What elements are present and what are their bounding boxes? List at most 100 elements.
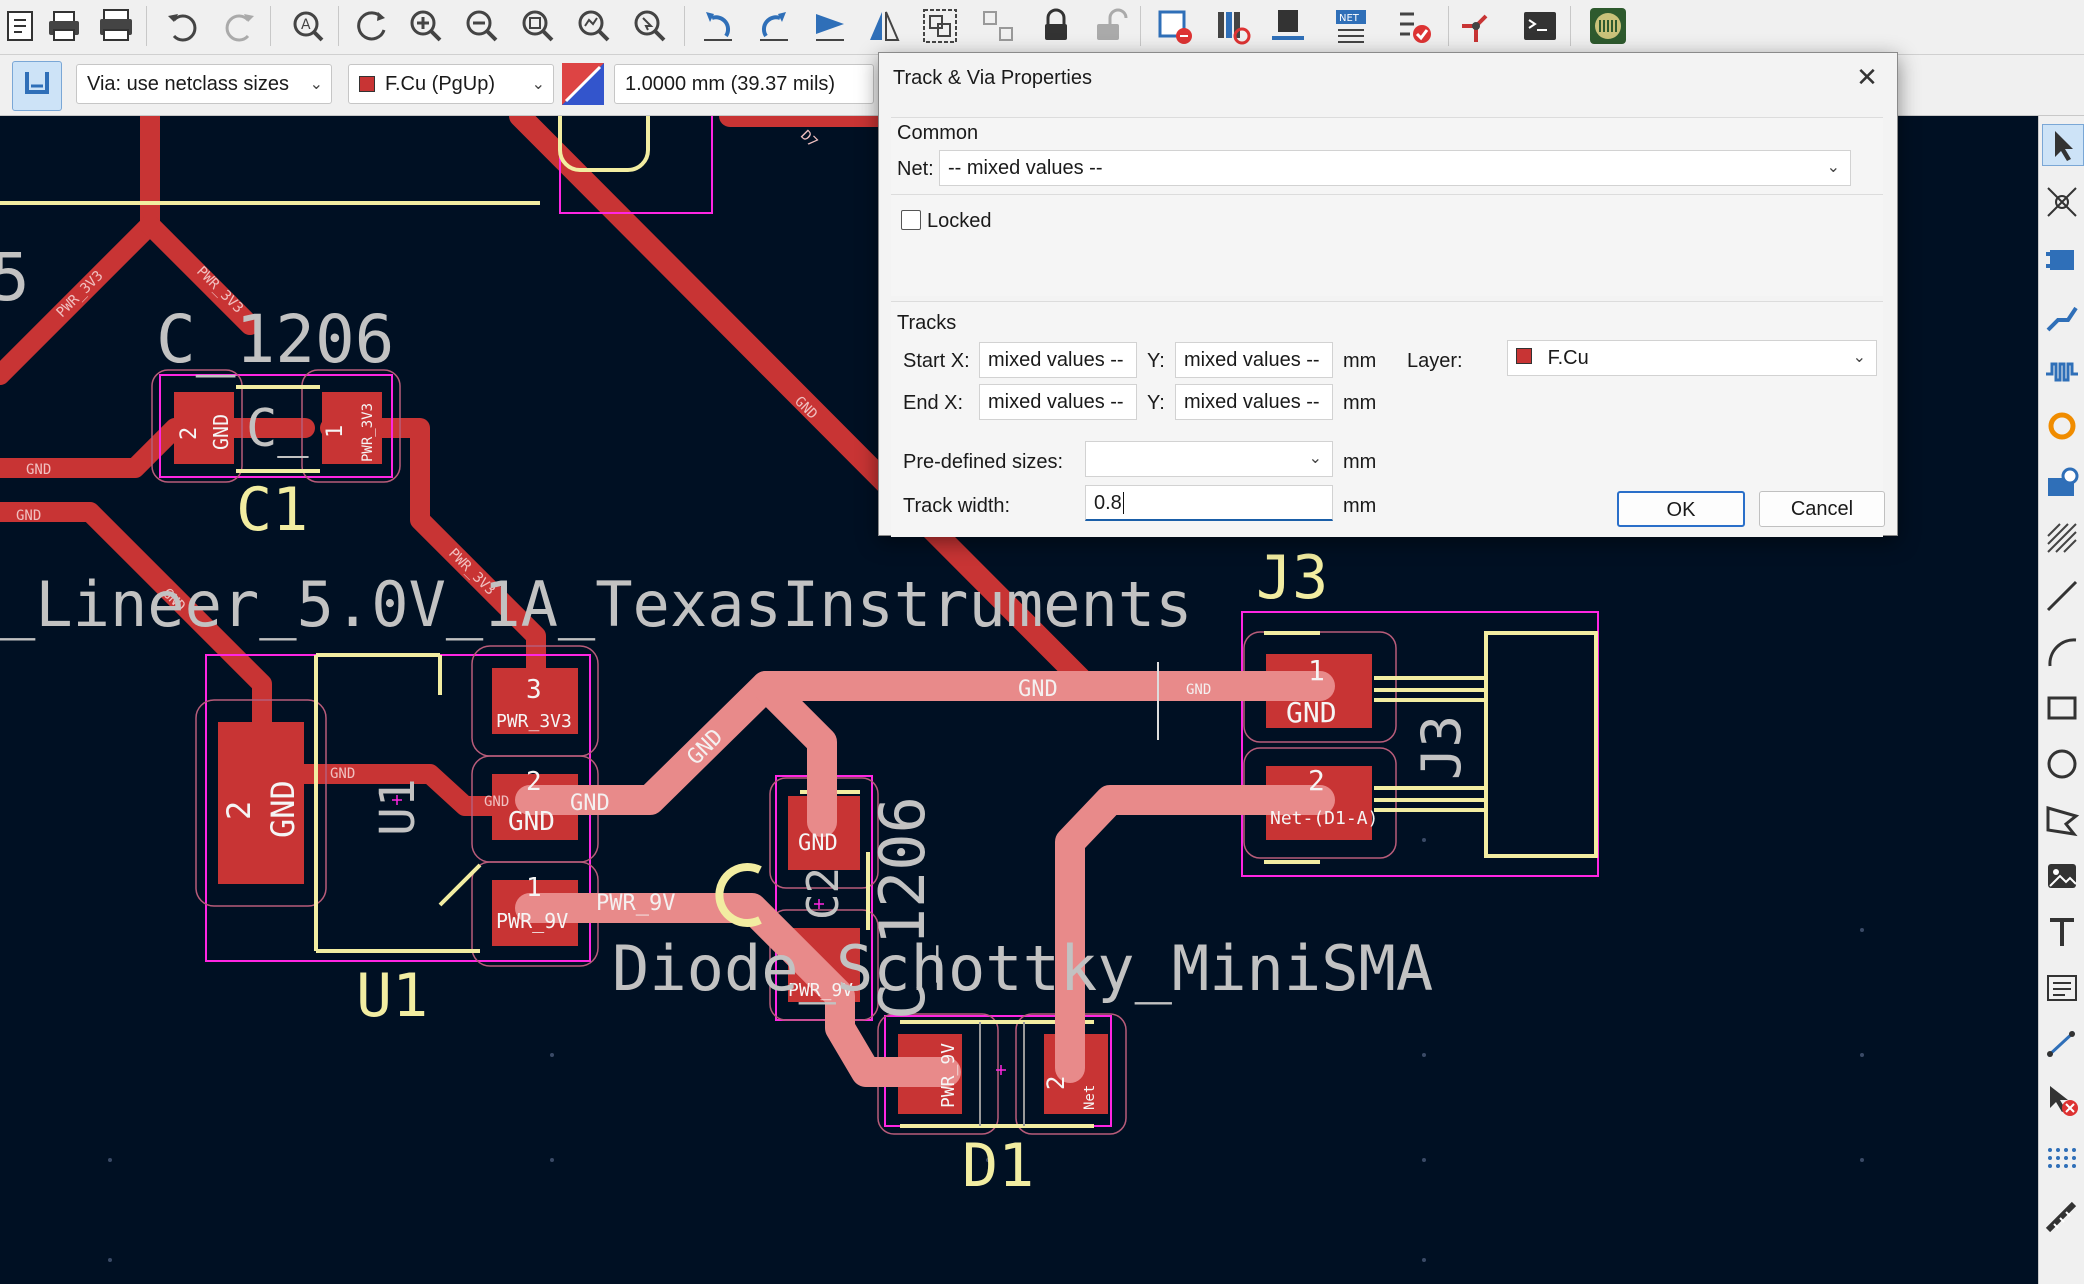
track-label: GND xyxy=(1018,677,1058,702)
track-width-label: Track width: xyxy=(903,495,1011,517)
start-y-field[interactable]: mixed values -- xyxy=(1175,342,1333,378)
select-tool-icon[interactable] xyxy=(2042,124,2084,166)
common-label: Common xyxy=(897,122,979,144)
delete-tool-icon[interactable] xyxy=(2042,1080,2082,1120)
add-textbox-icon[interactable] xyxy=(2042,968,2082,1008)
layer-pair-button[interactable] xyxy=(562,63,604,105)
zoom-fit-icon[interactable] xyxy=(516,4,560,48)
ref-c1: C1 xyxy=(236,475,308,545)
pad-net: PWR_9V xyxy=(496,909,568,933)
track-label: PWR_3V3 xyxy=(54,268,107,321)
end-y-field[interactable]: mixed values -- xyxy=(1175,384,1333,420)
track-mode-button[interactable] xyxy=(12,61,62,111)
add-via-icon[interactable] xyxy=(2042,406,2082,446)
end-x-field[interactable]: mixed values -- xyxy=(979,384,1137,420)
rule-area-icon[interactable] xyxy=(2042,518,2082,558)
locked-label: Locked xyxy=(927,210,992,232)
zoom-auto-icon[interactable] xyxy=(572,4,616,48)
net-label: Net: xyxy=(897,158,934,180)
value-c1: C_1206 xyxy=(156,301,394,378)
drc-icon[interactable] xyxy=(1392,4,1436,48)
lock-icon[interactable] xyxy=(1034,4,1078,48)
plugin-icon[interactable] xyxy=(1586,4,1630,48)
right-tools-toolbar xyxy=(2038,116,2084,1284)
netlist-icon[interactable]: NET xyxy=(1330,4,1374,48)
zoom-selection-icon[interactable] xyxy=(628,4,672,48)
add-dimension-icon[interactable] xyxy=(2042,1024,2082,1064)
page-settings-icon[interactable] xyxy=(0,4,44,48)
pad-number: 2 xyxy=(177,427,202,440)
net-select[interactable]: -- mixed values -- ⌄ xyxy=(939,150,1851,186)
zoom-out-icon[interactable] xyxy=(460,4,504,48)
track-width-value: 1.0000 mm (39.37 mils) xyxy=(625,72,836,95)
end-unit: mm xyxy=(1343,392,1377,414)
tune-length-icon[interactable] xyxy=(2042,350,2082,390)
pad-number: 1 xyxy=(1308,654,1325,687)
draw-rectangle-icon[interactable] xyxy=(2042,688,2082,728)
footprint-editor-icon[interactable] xyxy=(1152,4,1196,48)
redo-icon[interactable] xyxy=(218,4,262,48)
scripting-console-icon[interactable] xyxy=(1518,4,1562,48)
track-label: PWR_9V xyxy=(596,891,675,916)
group-icon[interactable] xyxy=(918,4,962,48)
plot-icon[interactable] xyxy=(94,4,138,48)
unlock-icon[interactable] xyxy=(1088,4,1132,48)
ok-button[interactable]: OK xyxy=(1617,491,1745,527)
pad-net: PWR_3V3 xyxy=(360,403,376,462)
rotate-ccw-icon[interactable] xyxy=(696,4,740,48)
value-d1: Diode_Schottky_MiniSMA xyxy=(612,932,1433,1005)
ref-u1: U1 xyxy=(356,961,428,1031)
draw-line-icon[interactable] xyxy=(2042,576,2082,616)
value-u1: _Lineer_5.0V_1A_TexasInstruments xyxy=(0,568,1192,641)
pad-net: GND xyxy=(508,807,555,837)
route-track-icon[interactable] xyxy=(2042,296,2082,336)
track-via-properties-dialog: Track & Via Properties ✕ Common Net: -- … xyxy=(878,52,1898,537)
add-footprint-icon[interactable] xyxy=(2042,240,2082,280)
route-tool-icon[interactable] xyxy=(1456,4,1500,48)
draw-arc-icon[interactable] xyxy=(2042,632,2082,672)
zoom-in-icon[interactable] xyxy=(404,4,448,48)
start-x-field[interactable]: mixed values -- xyxy=(979,342,1137,378)
add-image-icon[interactable] xyxy=(2042,856,2082,896)
ref-d1: D1 xyxy=(962,1131,1034,1201)
track-width-field[interactable]: 0.8 xyxy=(1085,485,1333,521)
pad-net: GND xyxy=(264,780,302,838)
pad-number: 3 xyxy=(526,675,542,705)
predefined-sizes-select[interactable]: ⌄ xyxy=(1085,441,1333,477)
locked-checkbox[interactable] xyxy=(901,210,921,230)
mirror-icon[interactable] xyxy=(862,4,906,48)
footprint-browser-icon[interactable] xyxy=(1210,4,1254,48)
print-icon[interactable] xyxy=(42,4,86,48)
add-zone-icon[interactable] xyxy=(2042,462,2082,502)
pad-number: 2 xyxy=(1042,1076,1070,1090)
fab-ref-c2: C2 xyxy=(798,867,849,920)
value-c2: C_1206 xyxy=(866,796,939,1020)
grid-origin-icon[interactable] xyxy=(2042,1142,2082,1182)
pad-net: GND xyxy=(798,831,838,856)
start-y-label: Y: xyxy=(1147,350,1165,372)
draw-circle-icon[interactable] xyxy=(2042,744,2082,784)
measure-tool-icon[interactable] xyxy=(2042,1198,2082,1238)
local-ratsnest-icon[interactable] xyxy=(2042,182,2082,222)
track-width-select[interactable]: 1.0000 mm (39.37 mils) xyxy=(614,64,874,104)
dialog-titlebar[interactable]: Track & Via Properties ✕ xyxy=(879,53,1897,105)
refresh-icon[interactable] xyxy=(350,4,394,48)
track-label: GND xyxy=(570,791,610,816)
flip-icon[interactable] xyxy=(808,4,852,48)
layer-dropdown[interactable]: F.Cu ⌄ xyxy=(1507,340,1877,376)
via-size-select[interactable]: Via: use netclass sizes ⌄ xyxy=(76,64,332,104)
close-icon[interactable]: ✕ xyxy=(1851,61,1883,93)
undo-icon[interactable] xyxy=(160,4,204,48)
draw-polygon-icon[interactable] xyxy=(2042,800,2082,840)
add-text-icon[interactable] xyxy=(2042,912,2082,952)
find-icon[interactable]: A xyxy=(286,4,330,48)
track-label: D7 xyxy=(797,128,820,151)
ungroup-icon[interactable] xyxy=(976,4,1020,48)
cancel-button[interactable]: Cancel xyxy=(1759,491,1885,527)
update-pcb-icon[interactable] xyxy=(1266,4,1310,48)
rotate-cw-icon[interactable] xyxy=(752,4,796,48)
layer-select[interactable]: F.Cu (PgUp) ⌄ xyxy=(348,64,554,104)
layer-pair-icon xyxy=(562,63,604,105)
track-label: GND xyxy=(484,794,509,810)
track-label: GND xyxy=(330,766,355,782)
